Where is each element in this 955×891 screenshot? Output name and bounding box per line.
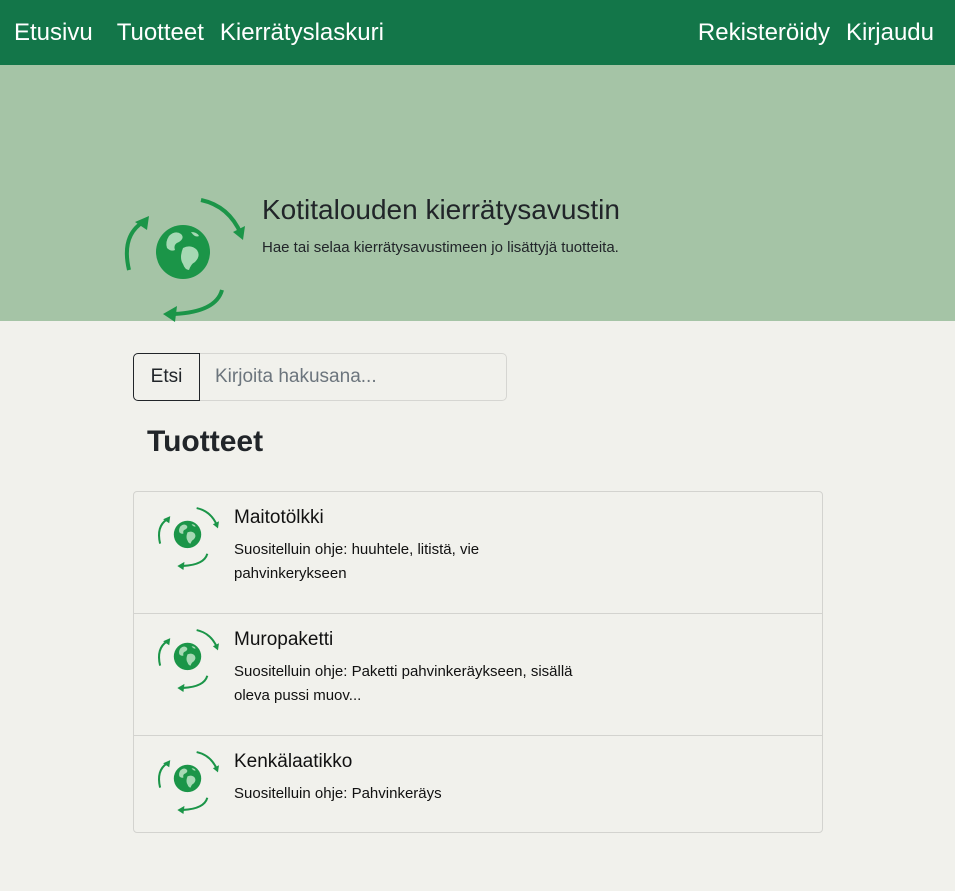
product-item[interactable]: Maitotölkki Suositelluin ohje: huuhtele,… [134,492,822,614]
nav-right-group: Rekisteröidy Kirjaudu [698,19,934,47]
product-description: Suositelluin ohje: huuhtele, litistä, vi… [234,541,480,582]
nav-link-etusivu[interactable]: Etusivu [14,19,93,47]
search-group: Etsi [133,353,507,401]
product-name: Muropaketti [234,629,334,650]
nav-link-kierratyslaskuri[interactable]: Kierrätyslaskuri [220,19,384,47]
recycle-globe-icon [154,748,220,814]
search-button[interactable]: Etsi [133,353,200,401]
nav-left-group: Etusivu Tuotteet Kierrätyslaskuri [14,19,384,47]
product-item[interactable]: Muropaketti Suositelluin ohje: Paketti p… [134,614,822,736]
nav-link-tuotteet[interactable]: Tuotteet [117,19,204,47]
hero-subtitle: Hae tai selaa kierrätysavustimeen jo lis… [262,239,619,256]
product-description: Suositelluin ohje: Paketti pahvinkeräyks… [234,663,573,704]
recycle-globe-icon [154,626,220,692]
product-description: Suositelluin ohje: Pahvinkeräys [234,785,442,802]
product-name: Maitotölkki [234,507,324,528]
search-input[interactable] [200,353,507,401]
hero-title: Kotitalouden kierrätysavustin [262,194,620,225]
nav-link-rekisteroidy[interactable]: Rekisteröidy [698,19,830,47]
product-name: Kenkälaatikko [234,751,353,772]
nav-link-kirjaudu[interactable]: Kirjaudu [846,19,934,47]
product-item[interactable]: Kenkälaatikko Suositelluin ohje: Pahvink… [134,736,822,832]
product-list: Maitotölkki Suositelluin ohje: huuhtele,… [133,491,823,833]
products-heading: Tuotteet [147,425,264,458]
recycle-globe-icon [117,192,247,322]
top-navbar: Etusivu Tuotteet Kierrätyslaskuri Rekist… [0,0,955,65]
hero-banner: Kotitalouden kierrätysavustin Hae tai se… [0,65,955,321]
recycle-globe-icon [154,504,220,570]
